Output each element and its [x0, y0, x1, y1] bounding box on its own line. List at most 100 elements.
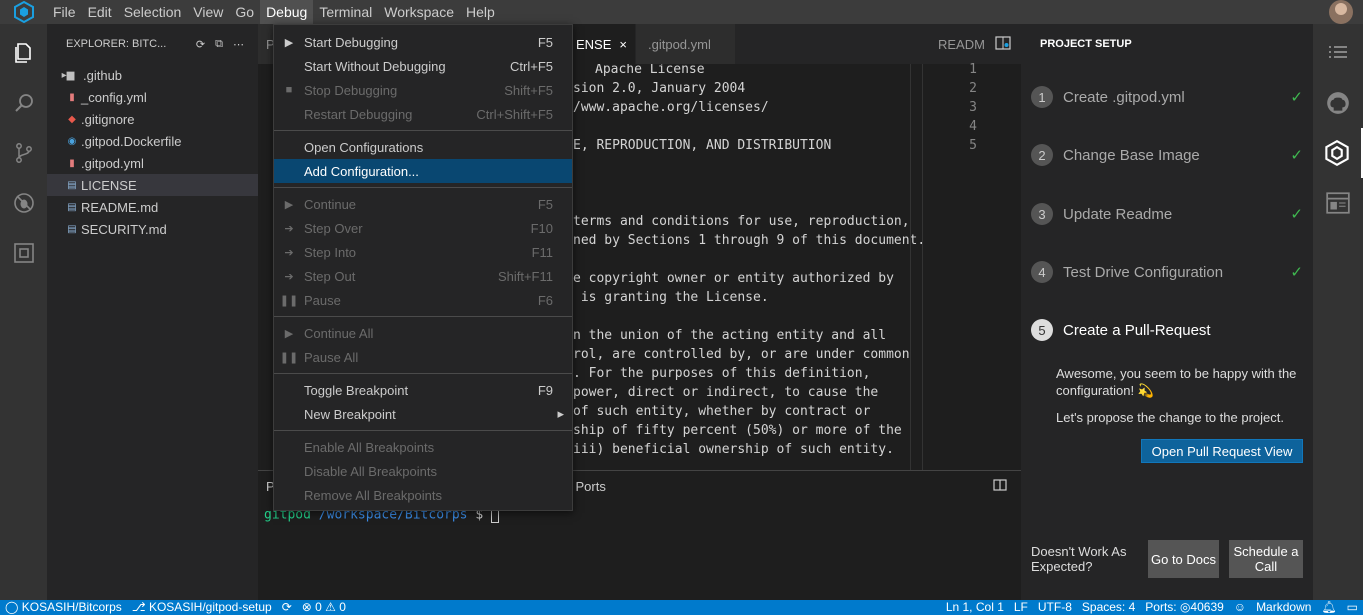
menu-help[interactable]: Help [460, 0, 501, 24]
debug-menu-item-pause-all[interactable]: ❚❚ Pause All [274, 345, 572, 369]
menu-separator [274, 187, 572, 188]
explorer-icon[interactable] [0, 28, 47, 78]
menu-workspace[interactable]: Workspace [378, 0, 460, 24]
explorer-item[interactable]: ▤ LICENSE [47, 174, 258, 196]
debug-menu-item-step-over[interactable]: ➔ Step Over F10 [274, 216, 572, 240]
setup-step-2[interactable]: 2 Change Base Image ✓ [1031, 135, 1303, 175]
more-icon[interactable]: ⋯ [233, 38, 244, 51]
extensions-icon[interactable] [0, 228, 47, 278]
debug-icon[interactable] [0, 178, 47, 228]
github-icon[interactable] [1313, 78, 1363, 128]
cursor-position[interactable]: Ln 1, Col 1 [941, 600, 1009, 615]
eol-status[interactable]: LF [1009, 600, 1033, 615]
menu-item-label: Add Configuration... [304, 163, 419, 179]
debug-menu-item-stop-debugging[interactable]: ■ Stop Debugging Shift+F5 [274, 78, 572, 102]
explorer-item[interactable]: ◆ .gitignore [47, 108, 258, 130]
source-control-icon[interactable] [0, 128, 47, 178]
menu-file[interactable]: File [47, 0, 82, 24]
collapse-all-icon[interactable]: ⧉ [215, 38, 223, 51]
open-pull-request-button[interactable]: Open Pull Request View [1141, 439, 1303, 463]
explorer-item-label: .gitignore [81, 111, 135, 127]
menu-item-label: Restart Debugging [304, 106, 413, 122]
debug-menu-item-step-into[interactable]: ➔ Step Into F11 [274, 240, 572, 264]
language-status[interactable]: Markdown [1251, 600, 1316, 615]
menu-go[interactable]: Go [229, 0, 260, 24]
explorer-item[interactable]: ▮ .gitpod.yml [47, 152, 258, 174]
debug-menu-item-add-configuration[interactable]: Add Configuration... [274, 159, 572, 183]
debug-menu-item-start-debugging[interactable]: ▶ Start Debugging F5 [274, 30, 572, 54]
menu-view[interactable]: View [187, 0, 229, 24]
ports-status[interactable]: Ports: ◎40639 [1140, 600, 1229, 615]
code-line: ned by Sections 1 through 9 of this docu… [573, 233, 922, 248]
branch-status[interactable]: ⎇ KOSASIH/gitpod-setup [127, 600, 277, 615]
step-number: 3 [1031, 203, 1053, 225]
debug-menu-item-continue[interactable]: ▶ Continue F5 [274, 192, 572, 216]
debug-menu-item-restart-debugging[interactable]: Restart Debugging Ctrl+Shift+F5 [274, 102, 572, 126]
right-activity-bar [1313, 24, 1363, 600]
close-icon[interactable]: × [619, 37, 627, 52]
debug-menu-item-toggle-breakpoint[interactable]: Toggle Breakpoint F9 [274, 378, 572, 402]
debug-menu-item-enable-all-breakpoints[interactable]: Enable All Breakpoints [274, 435, 572, 459]
setup-step-5[interactable]: 5 Create a Pull-Request [1031, 310, 1303, 350]
menu-debug[interactable]: Debug [260, 0, 314, 24]
tab-license[interactable]: ENSE × [573, 24, 636, 64]
line-number: 3 [969, 100, 977, 115]
open-preview-icon[interactable] [995, 35, 1011, 54]
notifications-icon[interactable]: 🔔︎ [1316, 600, 1341, 615]
explorer-item[interactable]: ▤ SECURITY.md [47, 218, 258, 240]
gitpod-icon[interactable] [1313, 128, 1363, 178]
menu-edit[interactable]: Edit [82, 0, 118, 24]
menu-selection[interactable]: Selection [118, 0, 188, 24]
schedule-call-button[interactable]: Schedule a Call [1229, 540, 1303, 578]
activity-bar [0, 24, 47, 600]
debug-menu-item-step-out[interactable]: ➔ Step Out Shift+F11 [274, 264, 572, 288]
layout-icon[interactable]: ▭ [1342, 600, 1363, 615]
menu-item-label: Remove All Breakpoints [304, 487, 443, 503]
menu-terminal[interactable]: Terminal [313, 0, 378, 24]
debug-menu-item-continue-all[interactable]: ▶ Continue All [274, 321, 572, 345]
spaces-status[interactable]: Spaces: 4 [1077, 600, 1140, 615]
debug-menu-item-open-configurations[interactable]: Open Configurations [274, 135, 572, 159]
go-to-docs-button[interactable]: Go to Docs [1148, 540, 1219, 578]
debug-menu-item-start-without-debugging[interactable]: Start Without Debugging Ctrl+F5 [274, 54, 572, 78]
problems-status[interactable]: ⊗ 0 ⚠ 0 [297, 600, 351, 615]
project-setup-panel: PROJECT SETUP 1 Create .gitpod.yml ✓ 2 Chang… [1021, 24, 1313, 600]
editor-scrollbar[interactable] [910, 64, 922, 470]
outline-icon[interactable] [1313, 28, 1363, 78]
search-icon[interactable] [0, 78, 47, 128]
user-avatar[interactable] [1329, 0, 1353, 24]
tab-gitpod-yml[interactable]: .gitpod.yml [636, 24, 736, 64]
setup-step-1[interactable]: 1 Create .gitpod.yml ✓ [1031, 77, 1303, 117]
preview-icon[interactable] [1313, 178, 1363, 228]
explorer-item[interactable]: ◉ .gitpod.Dockerfile [47, 130, 258, 152]
feedback-icon[interactable]: ☺ [1229, 600, 1251, 615]
repo-status[interactable]: ◯ KOSASIH/Bitcorps [0, 600, 127, 615]
menu-item-label: Start Without Debugging [304, 58, 446, 74]
menu-item-shortcut: F5 [537, 34, 553, 50]
debug-menu-item-pause[interactable]: ❚❚ Pause F6 [274, 288, 572, 312]
text-file-icon: ▤ [67, 201, 77, 213]
setup-step-3[interactable]: 3 Update Readme ✓ [1031, 194, 1303, 234]
split-panel-icon[interactable] [993, 478, 1007, 494]
code-line: of such entity, whether by contract or [573, 404, 871, 419]
explorer-item[interactable]: ▸▆ .github [47, 64, 258, 86]
explorer-item[interactable]: ▮ _config.yml [47, 86, 258, 108]
menu-separator [274, 430, 572, 431]
menu-item-label: Pause All [304, 349, 359, 365]
step-number: 2 [1031, 144, 1053, 166]
explorer-item[interactable]: ▤ README.md [47, 196, 258, 218]
debug-menu-item-new-breakpoint[interactable]: New Breakpoint ▸ [274, 402, 572, 426]
readme-editor[interactable]: 1 2 3 4 5 [922, 62, 1021, 470]
explorer-item-label: SECURITY.md [81, 221, 167, 237]
problems-count: 0 [315, 600, 322, 614]
tab-readme[interactable]: READM [938, 37, 985, 52]
step5-body: Awesome, you seem to be happy with the c… [1056, 365, 1306, 426]
encoding-status[interactable]: UTF-8 [1033, 600, 1077, 615]
setup-step-4[interactable]: 4 Test Drive Configuration ✓ [1031, 252, 1303, 292]
debug-menu-item-remove-all-breakpoints[interactable]: Remove All Breakpoints [274, 483, 572, 507]
sync-icon[interactable]: ⟳ [277, 600, 297, 615]
gitpod-logo-icon[interactable] [0, 0, 47, 24]
debug-menu-item-disable-all-breakpoints[interactable]: Disable All Breakpoints [274, 459, 572, 483]
branch-label: KOSASIH/gitpod-setup [148, 600, 272, 614]
refresh-icon[interactable]: ⟳ [196, 38, 205, 51]
